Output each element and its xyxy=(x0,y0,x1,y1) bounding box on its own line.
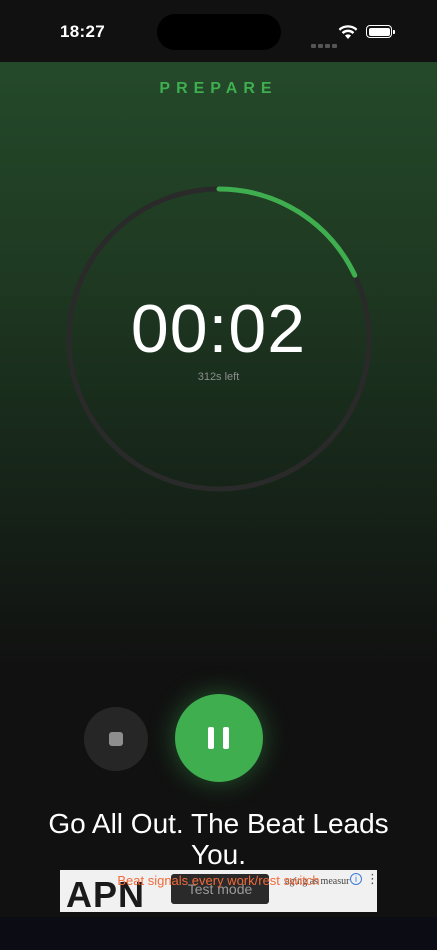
status-bar: 18:27 xyxy=(0,0,437,62)
stop-icon xyxy=(109,732,123,746)
status-time: 18:27 xyxy=(60,22,105,41)
dynamic-island xyxy=(157,14,281,50)
cellular-signal-icon xyxy=(311,35,339,53)
motto-line-1: Go All Out. The Beat Leads xyxy=(48,808,389,839)
pause-button[interactable] xyxy=(175,694,263,782)
wifi-icon xyxy=(338,25,358,39)
beat-hint: Beat signals every work/rest switch xyxy=(117,873,320,888)
stop-button[interactable] xyxy=(84,707,148,771)
countdown-display: 00:02 xyxy=(130,291,307,367)
remaining-time: 312s left xyxy=(197,371,240,383)
motto-line-2: You. xyxy=(190,839,247,870)
motivational-text: Go All Out. The Beat Leads You. xyxy=(0,808,437,870)
bottom-bar xyxy=(0,917,437,950)
battery-icon xyxy=(366,25,395,38)
phase-label: PREPARE xyxy=(159,80,278,97)
